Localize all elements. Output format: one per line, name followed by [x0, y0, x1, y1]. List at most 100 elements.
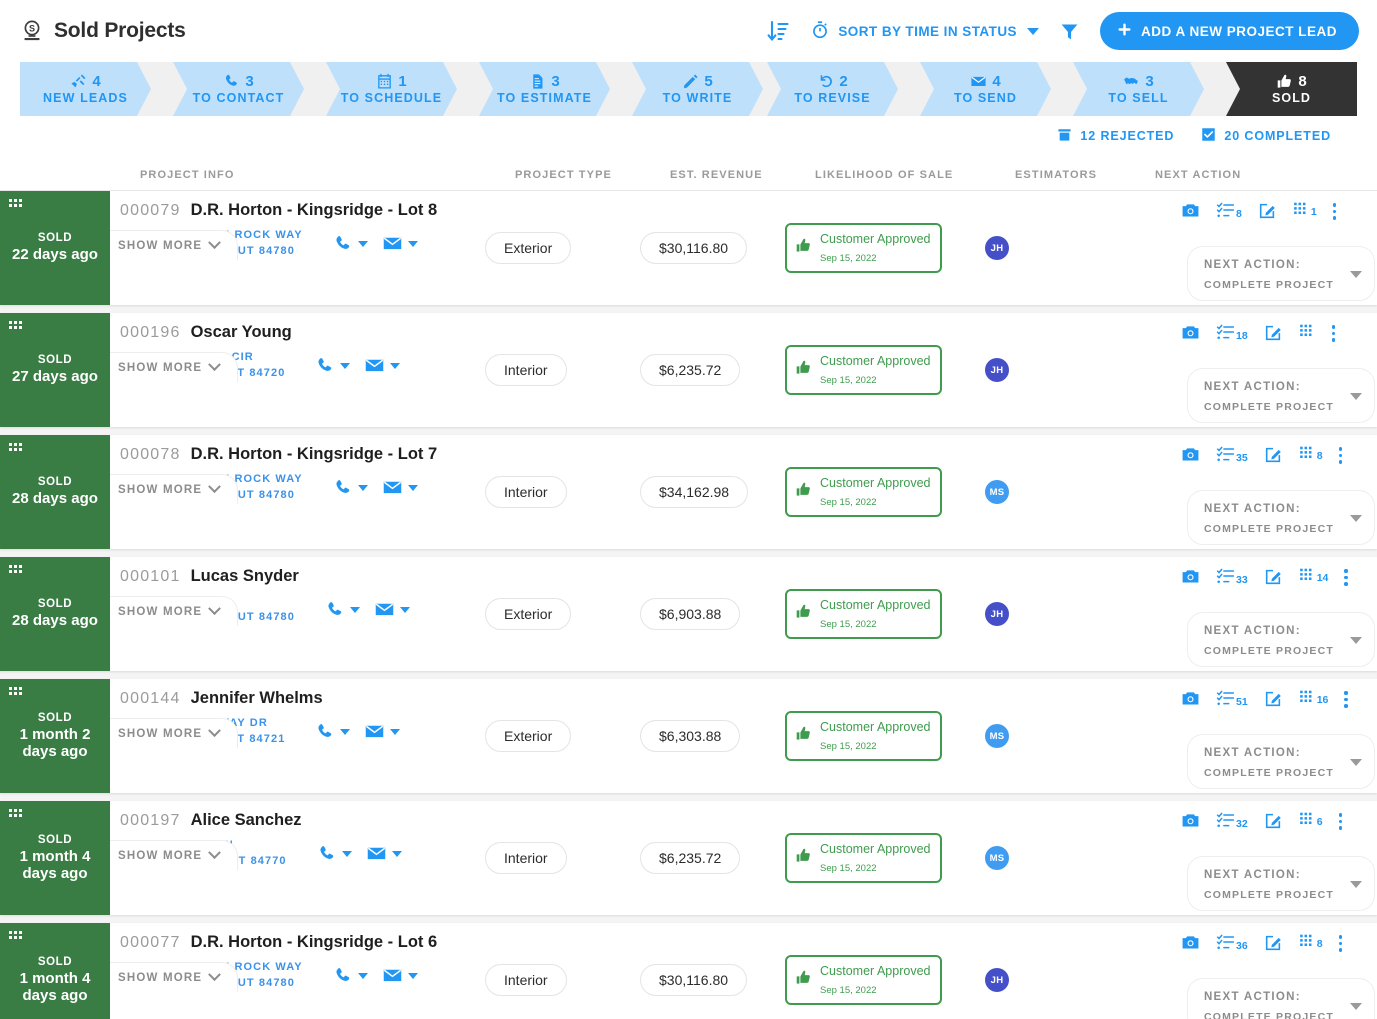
project-list-scroll-area[interactable]: SOLD 22 days ago 000079 D.R. Horton - Kings… — [0, 191, 1377, 1019]
likelihood-badge[interactable]: Customer Approved Sep 15, 2022 — [785, 955, 943, 1005]
project-type-pill[interactable]: Interior — [485, 354, 567, 386]
likelihood-badge[interactable]: Customer Approved Sep 15, 2022 — [785, 467, 943, 517]
table-row[interactable]: SOLD 1 month 2 days ago 000144 Jennifer Whe… — [0, 679, 1377, 793]
pipeline-stage-to-send[interactable]: 4 TO SEND — [920, 62, 1051, 116]
camera-icon[interactable] — [1181, 933, 1200, 952]
project-name[interactable]: Lucas Snyder — [191, 567, 299, 586]
more-options-icon[interactable] — [1338, 933, 1343, 952]
more-options-icon[interactable] — [1331, 323, 1336, 342]
show-more-button[interactable]: SHOW MORE — [110, 351, 239, 382]
grid-icon[interactable] — [1299, 323, 1316, 340]
drag-handle-icon[interactable] — [9, 687, 22, 695]
est-revenue-pill[interactable]: $6,235.72 — [640, 354, 741, 386]
grid-icon[interactable]: 8 — [1299, 933, 1323, 950]
drag-handle-icon[interactable] — [9, 565, 22, 573]
avatar[interactable]: JH — [985, 602, 1009, 626]
pipeline-stage-to-sell[interactable]: 3 TO SELL — [1073, 62, 1204, 116]
show-more-button[interactable]: SHOW MORE — [110, 473, 239, 504]
project-name[interactable]: Oscar Young — [191, 323, 292, 342]
grid-icon[interactable]: 6 — [1299, 811, 1323, 828]
show-more-button[interactable]: SHOW MORE — [110, 717, 239, 748]
more-options-icon[interactable] — [1344, 689, 1348, 708]
checklist-icon[interactable]: 18 — [1216, 323, 1248, 342]
project-type-pill[interactable]: Interior — [485, 476, 567, 508]
table-row[interactable]: SOLD 1 month 4 days ago 000197 Alice Sanche… — [0, 801, 1377, 915]
pipeline-stage-to-write[interactable]: 5 TO WRITE — [632, 62, 763, 116]
project-type-pill[interactable]: Interior — [485, 964, 567, 996]
next-action-dropdown[interactable]: NEXT ACTION: COMPLETE PROJECT — [1186, 368, 1375, 423]
project-name[interactable]: Jennifer Whelms — [191, 689, 323, 708]
camera-icon[interactable] — [1181, 201, 1200, 220]
camera-icon[interactable] — [1181, 567, 1200, 586]
project-name[interactable]: D.R. Horton - Kingsridge - Lot 6 — [191, 933, 438, 952]
more-options-icon[interactable] — [1338, 445, 1343, 464]
edit-icon[interactable] — [1258, 201, 1277, 220]
project-type-pill[interactable]: Exterior — [485, 232, 572, 264]
next-action-dropdown[interactable]: NEXT ACTION: COMPLETE PROJECT — [1186, 612, 1375, 667]
edit-icon[interactable] — [1264, 933, 1283, 952]
next-action-dropdown[interactable]: NEXT ACTION: COMPLETE PROJECT — [1186, 490, 1375, 545]
email-button[interactable] — [382, 477, 418, 498]
show-more-button[interactable]: SHOW MORE — [110, 839, 239, 870]
grid-icon[interactable]: 14 — [1299, 567, 1328, 584]
call-button[interactable] — [333, 966, 368, 986]
pipeline-stage-sold[interactable]: 8 SOLD — [1226, 62, 1357, 116]
checklist-icon[interactable]: 36 — [1216, 933, 1248, 952]
call-button[interactable] — [333, 234, 368, 254]
email-button[interactable] — [366, 843, 402, 864]
pipeline-stage-to-schedule[interactable]: 1 TO SCHEDULE — [326, 62, 457, 116]
edit-icon[interactable] — [1264, 689, 1283, 708]
call-button[interactable] — [325, 600, 360, 620]
next-action-dropdown[interactable]: NEXT ACTION: COMPLETE PROJECT — [1186, 734, 1375, 789]
next-action-dropdown[interactable]: NEXT ACTION: COMPLETE PROJECT — [1186, 246, 1375, 301]
show-more-button[interactable]: SHOW MORE — [110, 229, 239, 260]
project-name[interactable]: D.R. Horton - Kingsridge - Lot 8 — [191, 201, 438, 220]
avatar[interactable]: JH — [985, 236, 1009, 260]
drag-handle-icon[interactable] — [9, 321, 22, 329]
avatar[interactable]: JH — [985, 968, 1009, 992]
edit-icon[interactable] — [1264, 811, 1283, 830]
avatar[interactable]: MS — [985, 846, 1009, 870]
est-revenue-pill[interactable]: $6,235.72 — [640, 842, 741, 874]
edit-icon[interactable] — [1264, 323, 1283, 342]
more-options-icon[interactable] — [1338, 811, 1343, 830]
row-status-handle[interactable]: SOLD 27 days ago — [0, 313, 110, 427]
camera-icon[interactable] — [1181, 811, 1200, 830]
likelihood-badge[interactable]: Customer Approved Sep 15, 2022 — [785, 589, 943, 639]
sort-descending-icon[interactable] — [766, 19, 790, 43]
drag-handle-icon[interactable] — [9, 443, 22, 451]
grid-icon[interactable]: 8 — [1299, 445, 1323, 462]
est-revenue-pill[interactable]: $6,303.88 — [640, 720, 741, 752]
email-button[interactable] — [382, 233, 418, 254]
checklist-icon[interactable]: 35 — [1216, 445, 1248, 464]
drag-handle-icon[interactable] — [9, 931, 22, 939]
sub-stat-rejected[interactable]: 12 REJECTED — [1056, 126, 1174, 146]
project-name[interactable]: D.R. Horton - Kingsridge - Lot 7 — [191, 445, 438, 464]
drag-handle-icon[interactable] — [9, 199, 22, 207]
project-type-pill[interactable]: Exterior — [485, 720, 572, 752]
table-row[interactable]: SOLD 1 month 4 days ago 000077 D.R. Horton … — [0, 923, 1377, 1019]
pipeline-stage-to-estimate[interactable]: 3 TO ESTIMATE — [479, 62, 610, 116]
email-button[interactable] — [382, 965, 418, 986]
camera-icon[interactable] — [1181, 445, 1200, 464]
row-status-handle[interactable]: SOLD 28 days ago — [0, 557, 110, 671]
call-button[interactable] — [317, 844, 352, 864]
table-row[interactable]: SOLD28 days ago000101Lucas Snyder134 S 2… — [0, 557, 1377, 671]
add-new-project-lead-button[interactable]: ADD A NEW PROJECT LEAD — [1099, 12, 1359, 50]
row-status-handle[interactable]: SOLD 22 days ago — [0, 191, 110, 305]
est-revenue-pill[interactable]: $34,162.98 — [640, 476, 749, 508]
email-button[interactable] — [374, 599, 410, 620]
email-button[interactable] — [364, 721, 401, 742]
more-options-icon[interactable] — [1332, 201, 1337, 220]
edit-icon[interactable] — [1264, 445, 1283, 464]
camera-icon[interactable] — [1181, 689, 1200, 708]
avatar[interactable]: MS — [985, 480, 1009, 504]
row-status-handle[interactable]: SOLD 1 month 4 days ago — [0, 801, 110, 915]
sort-by-dropdown[interactable]: SORT BY TIME IN STATUS — [810, 20, 1039, 43]
project-type-pill[interactable]: Exterior — [485, 598, 572, 630]
likelihood-badge[interactable]: Customer Approved Sep 15, 2022 — [785, 223, 943, 273]
call-button[interactable] — [333, 478, 368, 498]
call-button[interactable] — [315, 356, 351, 376]
camera-icon[interactable] — [1181, 323, 1200, 342]
project-name[interactable]: Alice Sanchez — [191, 811, 302, 830]
